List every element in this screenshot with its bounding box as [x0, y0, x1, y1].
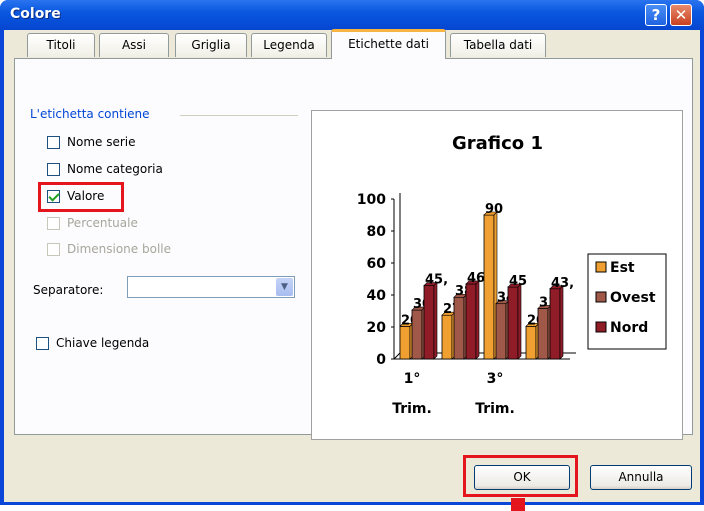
window-title: Colore	[10, 6, 61, 22]
chevron-down-icon[interactable]: ▼	[276, 278, 293, 296]
bar-est	[525, 325, 537, 360]
bar-side	[475, 280, 480, 360]
label-contains-group-title: L'etichetta contiene	[30, 107, 154, 121]
bar-est	[441, 314, 453, 360]
nome-categoria-checkbox[interactable]	[47, 163, 60, 176]
valore-label: Valore	[67, 189, 105, 203]
percentuale-label: Percentuale	[67, 216, 138, 230]
title-bar[interactable]: Colore ? ✕	[0, 0, 704, 30]
valore-checkbox[interactable]	[47, 190, 60, 203]
data-label: 90	[485, 202, 503, 217]
pointer-arrow	[511, 498, 525, 511]
x-tick-label: 3°	[487, 371, 504, 387]
cancel-button[interactable]: Annulla	[590, 465, 692, 490]
bar-ovest	[495, 303, 507, 360]
tab-legenda[interactable]: Legenda	[251, 33, 327, 57]
bar-est	[483, 214, 495, 360]
bar-side	[433, 281, 438, 360]
data-label: 43,	[551, 276, 574, 291]
chart-back-wall	[393, 193, 401, 360]
legend-swatch	[595, 291, 607, 303]
legend-key-label: Chiave legenda	[56, 336, 150, 350]
dimensione-bolle-checkbox[interactable]	[47, 243, 60, 256]
bar-nord	[507, 286, 519, 360]
legend-label: Ovest	[610, 290, 656, 306]
legend-swatch	[595, 321, 607, 333]
x-tick-label: Trim.	[475, 401, 515, 417]
bar-nord	[549, 288, 561, 360]
chart-svg: Grafico 102040608010020,30,45,27,38,46,9…	[357, 133, 667, 417]
tab-titoli[interactable]: Titoli	[27, 33, 95, 57]
close-button[interactable]: ✕	[670, 4, 692, 26]
y-tick-label: 60	[367, 256, 387, 272]
legend-label: Nord	[610, 320, 648, 336]
data-label: 45,	[425, 273, 448, 288]
percentuale-checkbox[interactable]	[47, 217, 60, 230]
bar-est	[399, 325, 411, 360]
y-tick-label: 40	[367, 288, 387, 304]
nome-serie-label: Nome serie	[67, 135, 136, 149]
bar-ovest	[411, 309, 423, 360]
bar-nord	[465, 283, 477, 360]
separator-label: Separatore:	[33, 283, 104, 297]
y-tick-label: 80	[367, 224, 387, 240]
y-tick-label: 100	[357, 192, 386, 208]
tab-etichette-dati[interactable]: Etichette dati	[331, 29, 446, 59]
y-tick-label: 0	[376, 352, 386, 368]
bar-ovest	[453, 296, 465, 360]
separator-dropdown[interactable]: ▼	[127, 276, 295, 298]
nome-categoria-label: Nome categoria	[67, 162, 163, 176]
ok-button[interactable]: OK	[474, 465, 570, 490]
dimensione-bolle-label: Dimensione bolle	[67, 242, 171, 256]
bar-side	[517, 283, 522, 360]
bar-nord	[423, 285, 435, 360]
legend-swatch	[595, 261, 607, 273]
nome-serie-checkbox[interactable]	[47, 136, 60, 149]
chart-preview: Grafico 102040608010020,30,45,27,38,46,9…	[311, 110, 683, 440]
tab-assi[interactable]: Assi	[99, 33, 169, 57]
help-button[interactable]: ?	[645, 4, 667, 26]
bar-ovest	[537, 308, 549, 360]
chart-title: Grafico 1	[452, 133, 543, 154]
group-divider	[180, 115, 298, 116]
tab-griglia[interactable]: Griglia	[175, 33, 247, 57]
y-tick-label: 20	[367, 320, 387, 336]
legend-label: Est	[610, 260, 635, 276]
x-tick-label: 1°	[404, 371, 421, 387]
legend-key-checkbox[interactable]	[36, 337, 49, 350]
data-label: 45	[509, 274, 527, 289]
tab-tabella-dati[interactable]: Tabella dati	[450, 33, 546, 57]
bar-side	[559, 285, 564, 360]
x-tick-label: Trim.	[392, 401, 432, 417]
